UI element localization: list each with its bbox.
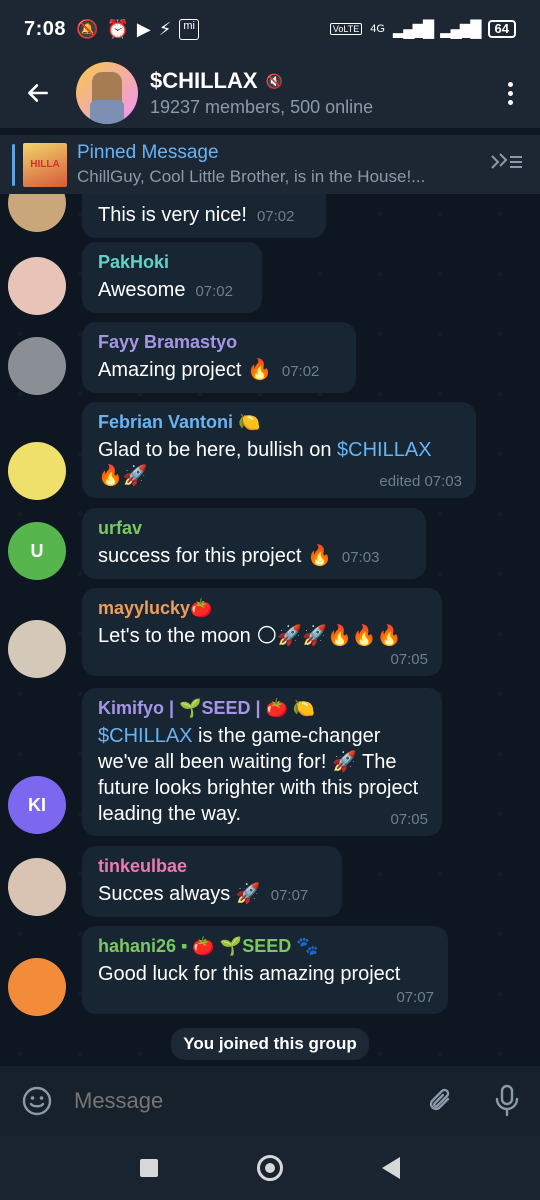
back-button[interactable] [0, 58, 76, 128]
message-sender[interactable]: Fayy Bramastyo [98, 332, 340, 353]
pinned-indicator [12, 143, 15, 186]
message-time: 07:05 [390, 651, 428, 668]
cashtag-link[interactable]: $CHILLAX [98, 725, 193, 747]
attach-button[interactable] [408, 1085, 474, 1117]
pinned-thumbnail: HILLA [23, 142, 67, 187]
mi-icon: mi [179, 18, 199, 40]
avatar[interactable] [8, 620, 66, 678]
message-text: Let's to the moon 🌕🚀🚀🔥🔥🔥 [98, 625, 402, 647]
group-title: $CHILLAX 🔇 [150, 68, 373, 94]
message-text-suffix: 🔥🚀 [98, 465, 148, 487]
back-nav-button[interactable] [382, 1157, 401, 1179]
cashtag-link[interactable]: $CHILLAX [337, 439, 432, 461]
signal-icon: ▂▄▆█ [392, 21, 434, 38]
message-time: 07:05 [390, 811, 428, 828]
notification-muted-icon: 🔕 [76, 18, 99, 39]
avatar[interactable] [8, 958, 66, 1016]
muted-icon: 🔇 [265, 72, 283, 89]
message-text: Succes always 🚀 [98, 883, 261, 905]
avatar[interactable] [8, 858, 66, 916]
message-bubble[interactable]: Kimifyo | 🌱SEED | 🍅 🍋 $CHILLAX is the ga… [82, 688, 442, 836]
message-time: 07:02 [195, 283, 233, 300]
group-title-block[interactable]: $CHILLAX 🔇 19237 members, 500 online [150, 68, 373, 118]
avatar[interactable] [8, 337, 66, 395]
emoji-icon [22, 1086, 52, 1116]
paperclip-icon [429, 1088, 450, 1111]
service-message-text: You joined this group [171, 1028, 369, 1060]
message-text: success for this project 🔥 [98, 545, 332, 567]
pinned-message-bar[interactable]: HILLA Pinned Message ChillGuy, Cool Litt… [0, 134, 540, 194]
video-icon: ▶ [136, 18, 151, 39]
more-vertical-icon [507, 81, 513, 87]
message-bubble[interactable]: hahani26 ▪ 🍅 🌱SEED 🐾 Good luck for this … [82, 926, 448, 1014]
message-bubble[interactable]: PakHoki Awesome 07:02 [82, 242, 262, 313]
message-sender[interactable]: urfav [98, 518, 410, 539]
message-text: $CHILLAX is the game-changer we've all b… [98, 723, 426, 827]
status-bar: 7:08 🔕 ⏰ ▶ ⚡ mi VoLTE 4G ▂▄▆█ ▂▄▆█ 64 [0, 0, 540, 58]
home-button[interactable] [256, 1155, 283, 1181]
pinned-text: Pinned Message ChillGuy, Cool Little Bro… [77, 142, 467, 187]
message-text: This is very nice! [98, 204, 247, 226]
menu-dot [507, 90, 513, 96]
service-message: You joined this group [0, 1028, 540, 1060]
message-sender[interactable]: tinkeulbae [98, 856, 326, 877]
chat-header: $CHILLAX 🔇 19237 members, 500 online [0, 58, 540, 128]
message-time: 07:02 [281, 363, 320, 380]
voice-button[interactable] [474, 1084, 540, 1118]
group-name: $CHILLAX [150, 68, 258, 93]
chat-area[interactable]: This is very nice! 07:02 PakHoki Awesome 0… [0, 194, 540, 1066]
menu-dot [507, 99, 513, 105]
group-subtitle: 19237 members, 500 online [150, 97, 374, 117]
pinned-title: Pinned Message [77, 142, 219, 163]
arrow-left-icon [28, 84, 48, 102]
message-text: Awesome [98, 279, 186, 301]
message-bubble[interactable]: This is very nice! 07:02 [82, 194, 326, 238]
message-sender[interactable]: Kimifyo | 🌱SEED | 🍅 🍋 [98, 698, 426, 719]
message-time: 07:07 [396, 989, 434, 1006]
message-bubble[interactable]: mayylucky🍅 Let's to the moon 🌕🚀🚀🔥🔥🔥 07:0… [82, 588, 442, 676]
message-text: Good luck for this amazing project [98, 963, 401, 985]
battery-icon: 64 [487, 20, 516, 38]
more-menu-button[interactable] [480, 81, 540, 105]
message-input[interactable] [74, 1088, 408, 1114]
group-avatar[interactable] [76, 62, 138, 124]
avatar-shirt-shape [90, 100, 124, 124]
microphone-icon [495, 1084, 519, 1117]
message-time: edited 07:03 [379, 473, 462, 490]
volte-label: VoLTE [329, 23, 363, 35]
avatar[interactable] [8, 194, 66, 232]
message-bubble[interactable]: urfav success for this project 🔥 07:03 [82, 508, 426, 579]
status-icons: 🔕 ⏰ ▶ ⚡ mi [76, 18, 199, 40]
recents-button[interactable] [139, 1159, 158, 1177]
avatar[interactable]: U [8, 522, 66, 580]
alarm-icon: ⏰ [106, 18, 129, 39]
message-bubble[interactable]: Febrian Vantoni 🍋 Glad to be here, bulli… [82, 402, 476, 498]
message-sender[interactable]: Febrian Vantoni 🍋 [98, 412, 460, 433]
avatar[interactable] [8, 442, 66, 500]
unpin-list-icon[interactable] [488, 150, 524, 180]
data-saver-icon: ⚡ [158, 18, 172, 39]
avatar[interactable]: KI [8, 776, 66, 834]
message-composer [0, 1066, 540, 1136]
message-sender[interactable]: mayylucky🍅 [98, 598, 426, 619]
message-sender[interactable]: PakHoki [98, 252, 246, 273]
message-bubble[interactable]: Fayy Bramastyo Amazing project 🔥 07:02 [82, 322, 356, 393]
message-time: 07:07 [270, 887, 309, 904]
network-label: 4G [370, 23, 385, 35]
message-time: 07:03 [341, 549, 380, 566]
emoji-button[interactable] [0, 1085, 74, 1117]
signal-icon-2: ▂▄▆█ [440, 21, 481, 38]
pinned-preview: ChillGuy, Cool Little Brother, is in the… [77, 167, 426, 186]
message-text: Amazing project 🔥 [98, 359, 272, 381]
status-right: VoLTE 4G ▂▄▆█ ▂▄▆█ 64 [329, 19, 516, 39]
message-text-prefix: Glad to be here, bullish on [98, 439, 338, 461]
message-sender[interactable]: hahani26 ▪ 🍅 🌱SEED 🐾 [98, 936, 432, 957]
avatar[interactable] [8, 257, 66, 315]
status-time: 7:08 [24, 17, 67, 40]
message-time: 07:02 [256, 208, 295, 225]
message-bubble[interactable]: tinkeulbae Succes always 🚀 07:07 [82, 846, 342, 917]
system-nav-bar [0, 1136, 540, 1200]
